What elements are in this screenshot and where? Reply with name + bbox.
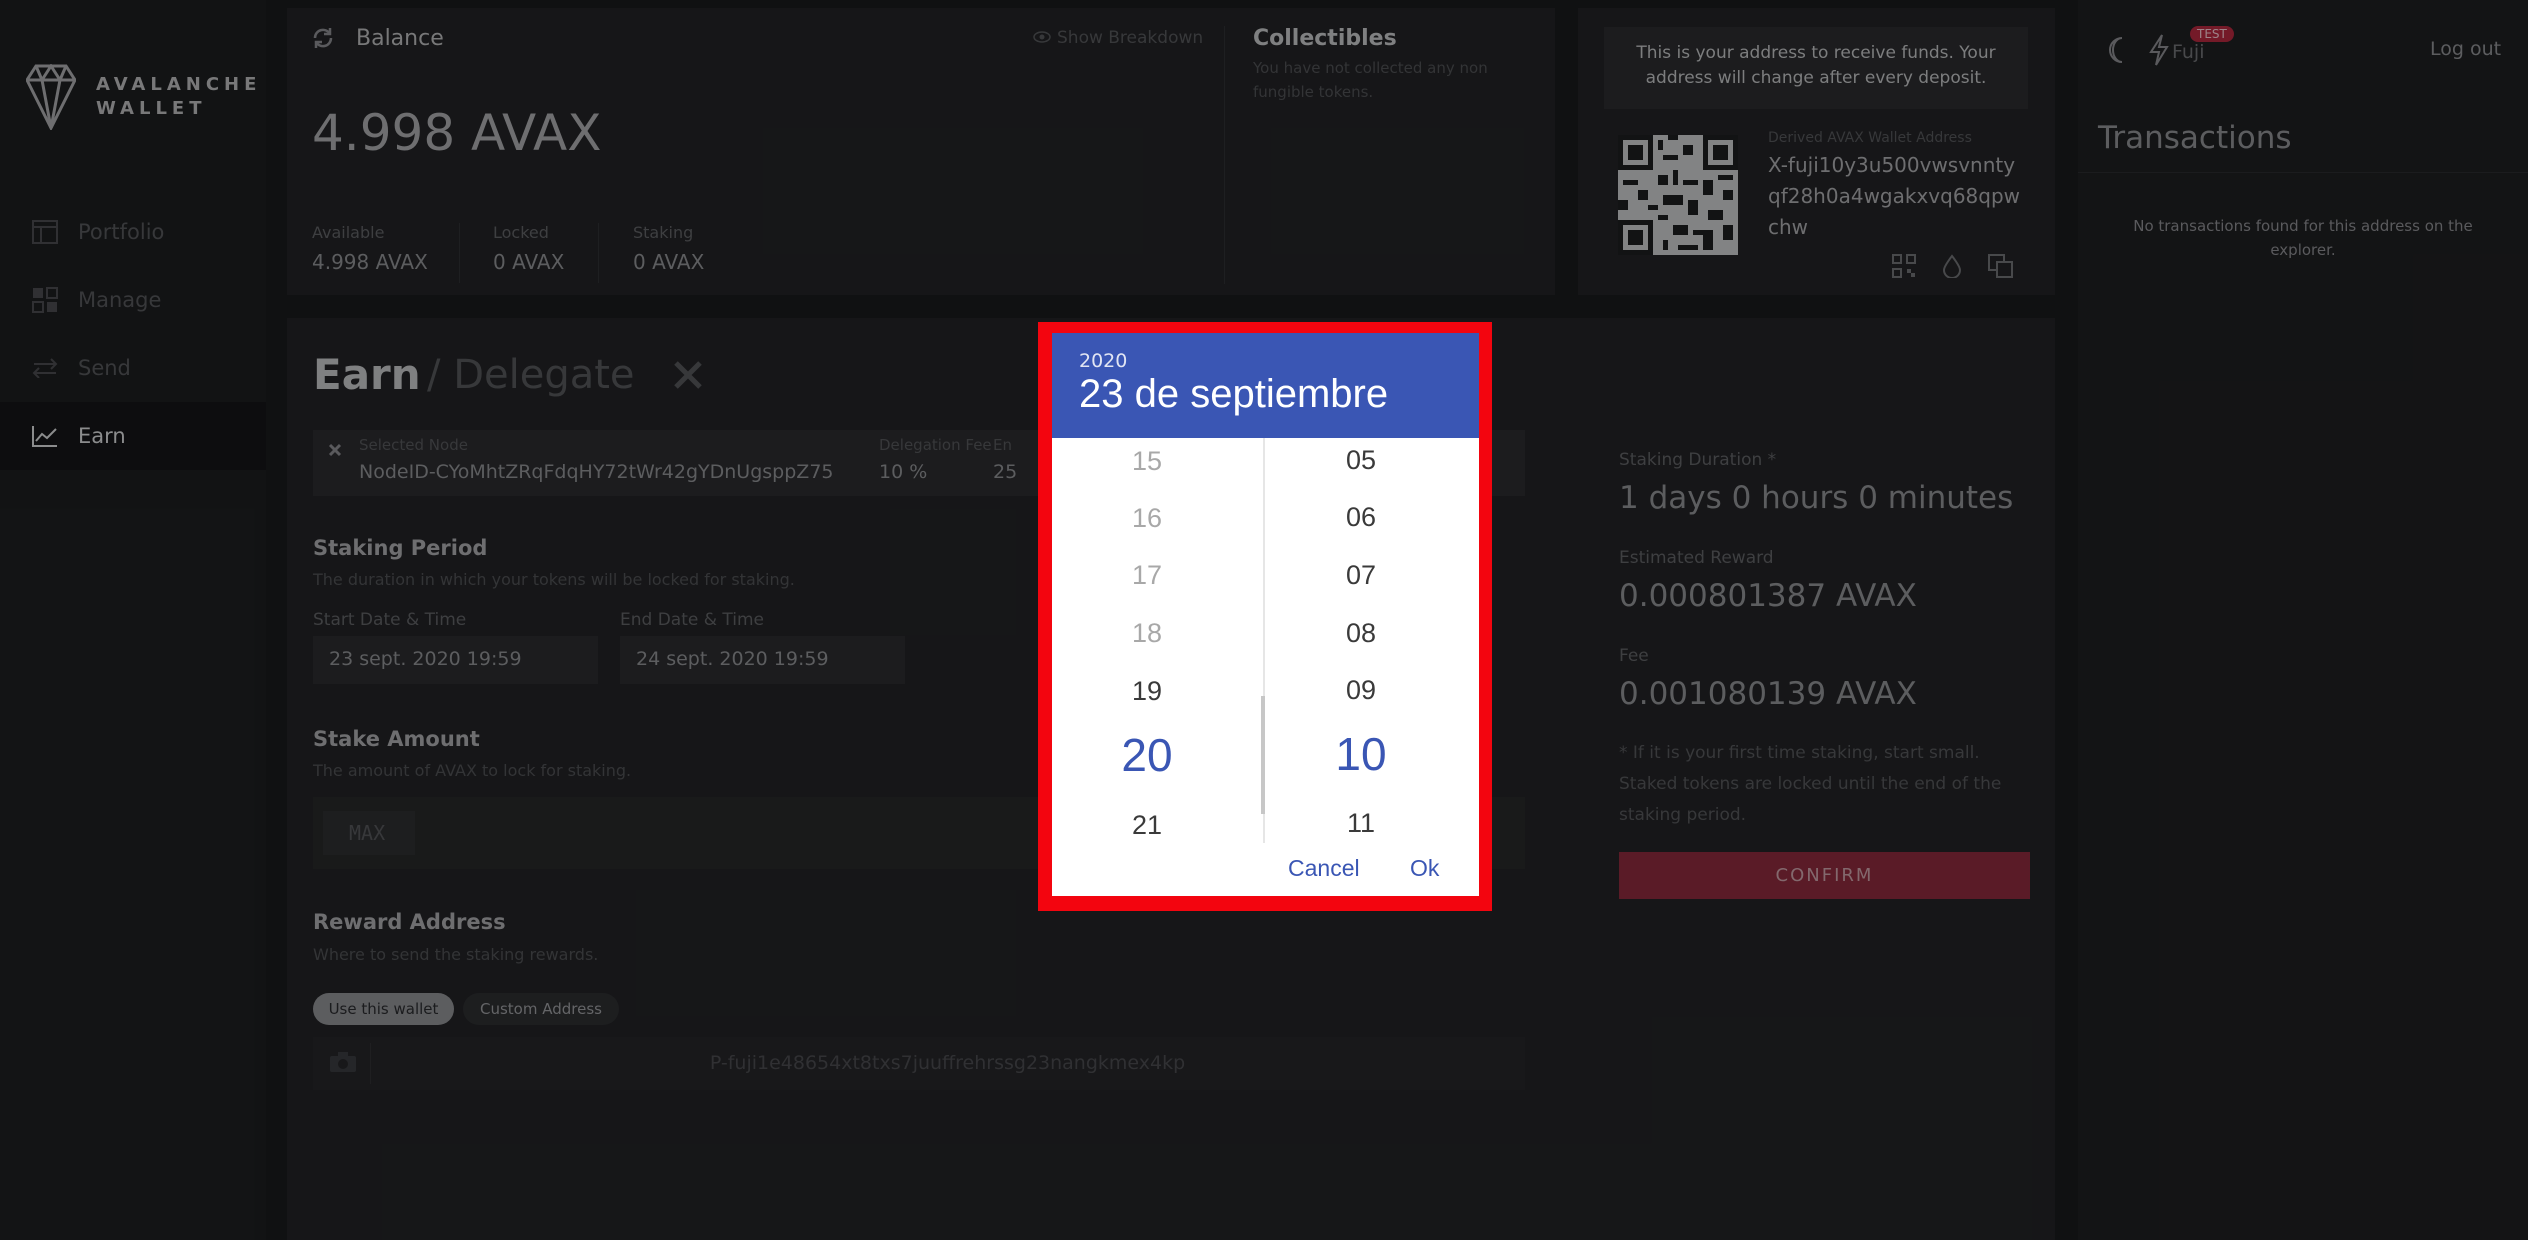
time-wheel: 15 16 17 18 19 20 21 05 06 07 08 09 10 1…	[1052, 438, 1479, 846]
hour-wheel[interactable]: 15 16 17 18 19 20 21	[1052, 438, 1242, 846]
picker-date[interactable]: 23 de septiembre	[1079, 372, 1452, 417]
cancel-button[interactable]: Cancel	[1288, 855, 1360, 882]
ok-button[interactable]: Ok	[1410, 855, 1439, 882]
minute-option[interactable]: 09	[1266, 675, 1456, 706]
hour-option[interactable]: 18	[1052, 618, 1242, 649]
time-picker-header: 2020 23 de septiembre	[1052, 333, 1479, 438]
hour-option[interactable]: 21	[1052, 810, 1242, 841]
hour-scrollbar[interactable]	[1261, 696, 1265, 814]
hour-option[interactable]: 19	[1052, 676, 1242, 707]
minute-wheel[interactable]: 05 06 07 08 09 10 11	[1266, 438, 1456, 846]
time-picker-dialog: 2020 23 de septiembre 15 16 17 18 19 20 …	[1052, 333, 1479, 896]
minute-option[interactable]: 11	[1266, 808, 1456, 839]
minute-option[interactable]: 08	[1266, 618, 1456, 649]
selected-minute[interactable]: 10	[1266, 727, 1456, 781]
picker-year[interactable]: 2020	[1079, 350, 1452, 372]
hour-option[interactable]: 16	[1052, 503, 1242, 534]
hour-option[interactable]: 15	[1052, 446, 1242, 477]
hour-option[interactable]: 17	[1052, 560, 1242, 591]
minute-option[interactable]: 05	[1266, 445, 1456, 476]
minute-option[interactable]: 06	[1266, 502, 1456, 533]
selected-hour[interactable]: 20	[1052, 728, 1242, 782]
minute-option[interactable]: 07	[1266, 560, 1456, 591]
